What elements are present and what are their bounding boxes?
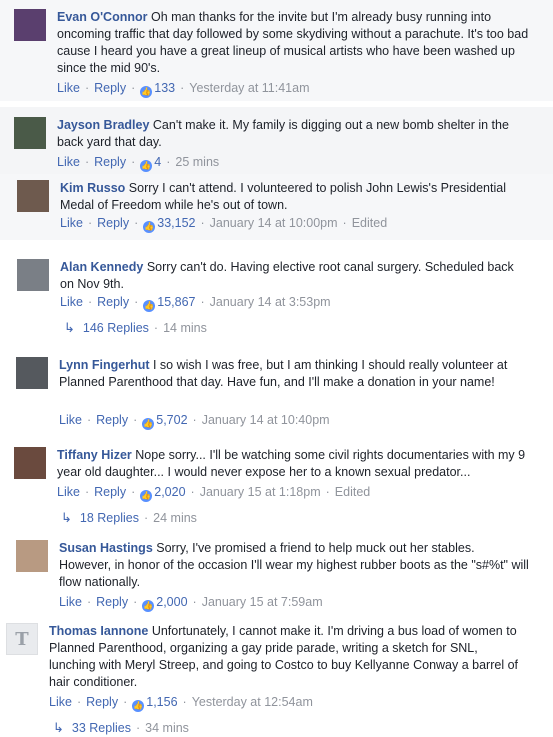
comment-author[interactable]: Evan O'Connor (57, 10, 147, 24)
comment-actions: Like · Reply · 👍 5,702 · January 14 at 10:40pm (59, 413, 330, 430)
like-link[interactable]: Like (57, 81, 80, 95)
like-link[interactable]: Like (57, 155, 80, 169)
avatar[interactable] (14, 117, 46, 149)
comment-timestamp[interactable]: January 15 at 7:59am (202, 595, 323, 609)
comment-timestamp[interactable]: January 14 at 10:00pm (210, 216, 338, 230)
avatar[interactable] (16, 357, 48, 389)
replies-link[interactable]: 146 Replies (83, 321, 149, 335)
comment-body: Tiffany Hizer Nope sorry... I'll be watc… (57, 447, 537, 481)
avatar-letter: T (15, 628, 29, 650)
view-replies[interactable]: ↳ 18 Replies · 24 mins (61, 509, 197, 526)
comment-actions: Like · Reply · 👍 133 · Yesterday at 11:41am (57, 81, 310, 98)
reply-arrow-icon: ↳ (53, 720, 64, 735)
reply-link[interactable]: Reply (94, 81, 126, 95)
reply-link[interactable]: Reply (94, 155, 126, 169)
reply-link[interactable]: Reply (94, 485, 126, 499)
reply-arrow-icon: ↳ (61, 510, 72, 525)
comment-actions: Like · Reply · 👍 2,000 · January 15 at 7:59am (59, 595, 323, 612)
edited-label[interactable]: Edited (352, 216, 387, 230)
comment-author[interactable]: Thomas Iannone (49, 624, 148, 638)
reply-arrow-icon: ↳ (64, 320, 75, 335)
comment-timestamp[interactable]: January 14 at 10:40pm (202, 413, 330, 427)
comment-body: Susan Hastings Sorry, I've promised a fr… (59, 540, 529, 591)
reaction-count[interactable]: 15,867 (157, 295, 195, 309)
like-reaction-icon[interactable]: 👍 (132, 700, 145, 712)
comment-author[interactable]: Susan Hastings (59, 541, 153, 555)
reaction-count[interactable]: 5,702 (156, 413, 187, 427)
reply-link[interactable]: Reply (96, 413, 128, 427)
like-reaction-icon[interactable]: 👍 (142, 600, 155, 612)
comment-actions: Like · Reply · 👍 15,867 · January 14 at 3:53pm (60, 295, 331, 312)
comment-timestamp[interactable]: Yesterday at 11:41am (189, 81, 309, 95)
comment-text: Sorry I can't attend. I volunteered to p… (60, 181, 506, 212)
like-reaction-icon[interactable]: 👍 (143, 300, 156, 312)
reply-link[interactable]: Reply (96, 595, 128, 609)
reply-link[interactable]: Reply (86, 695, 118, 709)
reaction-count[interactable]: 133 (154, 81, 175, 95)
like-reaction-icon[interactable]: 👍 (140, 160, 153, 172)
replies-time: 24 mins (153, 511, 197, 525)
replies-time: 14 mins (163, 321, 207, 335)
like-reaction-icon[interactable]: 👍 (143, 221, 156, 233)
reaction-count[interactable]: 2,000 (156, 595, 187, 609)
comment-actions: Like · Reply · 👍 4 · 25 mins (57, 155, 220, 172)
like-link[interactable]: Like (59, 413, 82, 427)
like-reaction-icon[interactable]: 👍 (140, 490, 153, 502)
comment-author[interactable]: Tiffany Hizer (57, 448, 132, 462)
comment-author[interactable]: Jayson Bradley (57, 118, 149, 132)
comment-timestamp[interactable]: January 14 at 3:53pm (210, 295, 331, 309)
comment-body: Evan O'Connor Oh man thanks for the invi… (57, 9, 537, 77)
comment-timestamp[interactable]: January 15 at 1:18pm (200, 485, 321, 499)
comment-body: Kim Russo Sorry I can't attend. I volunt… (60, 180, 530, 214)
avatar[interactable] (16, 540, 48, 572)
like-link[interactable]: Like (49, 695, 72, 709)
replies-link[interactable]: 18 Replies (80, 511, 139, 525)
like-reaction-icon[interactable]: 👍 (142, 418, 155, 430)
comment-author[interactable]: Kim Russo (60, 181, 125, 195)
reaction-count[interactable]: 2,020 (154, 485, 185, 499)
like-link[interactable]: Like (60, 216, 83, 230)
replies-link[interactable]: 33 Replies (72, 721, 131, 735)
avatar[interactable]: T (6, 623, 38, 655)
avatar[interactable] (17, 180, 49, 212)
avatar[interactable] (14, 9, 46, 41)
edited-label[interactable]: Edited (335, 485, 370, 499)
like-link[interactable]: Like (57, 485, 80, 499)
reply-link[interactable]: Reply (97, 216, 129, 230)
like-link[interactable]: Like (60, 295, 83, 309)
replies-time: 34 mins (145, 721, 189, 735)
avatar[interactable] (14, 447, 46, 479)
reply-link[interactable]: Reply (97, 295, 129, 309)
like-link[interactable]: Like (59, 595, 82, 609)
like-reaction-icon[interactable]: 👍 (140, 86, 153, 98)
avatar[interactable] (17, 259, 49, 291)
reaction-count[interactable]: 33,152 (157, 216, 195, 230)
comment-body: Thomas Iannone Unfortunately, I cannot m… (49, 623, 527, 691)
view-replies[interactable]: ↳ 146 Replies · 14 mins (64, 319, 207, 336)
comment-author[interactable]: Alan Kennedy (60, 260, 143, 274)
comment-actions: Like · Reply · 👍 2,020 · January 15 at 1:18pm · E… (57, 485, 371, 502)
comment-author[interactable]: Lynn Fingerhut (59, 358, 150, 372)
comment-body: Lynn Fingerhut I so wish I was free, but… (59, 357, 529, 391)
comment-body: Alan Kennedy Sorry can't do. Having elec… (60, 259, 530, 293)
comment-actions: Like · Reply · 👍 33,152 · January 14 at 10:00pm… (60, 216, 388, 233)
comment-timestamp[interactable]: Yesterday at 12:54am (192, 695, 313, 709)
comment-timestamp[interactable]: 25 mins (175, 155, 219, 169)
reaction-count[interactable]: 1,156 (146, 695, 177, 709)
comment-actions: Like · Reply · 👍 1,156 · Yesterday at 12:54am (49, 695, 313, 712)
view-replies[interactable]: ↳ 33 Replies · 34 mins (53, 719, 189, 736)
comment-body: Jayson Bradley Can't make it. My family … (57, 117, 537, 151)
